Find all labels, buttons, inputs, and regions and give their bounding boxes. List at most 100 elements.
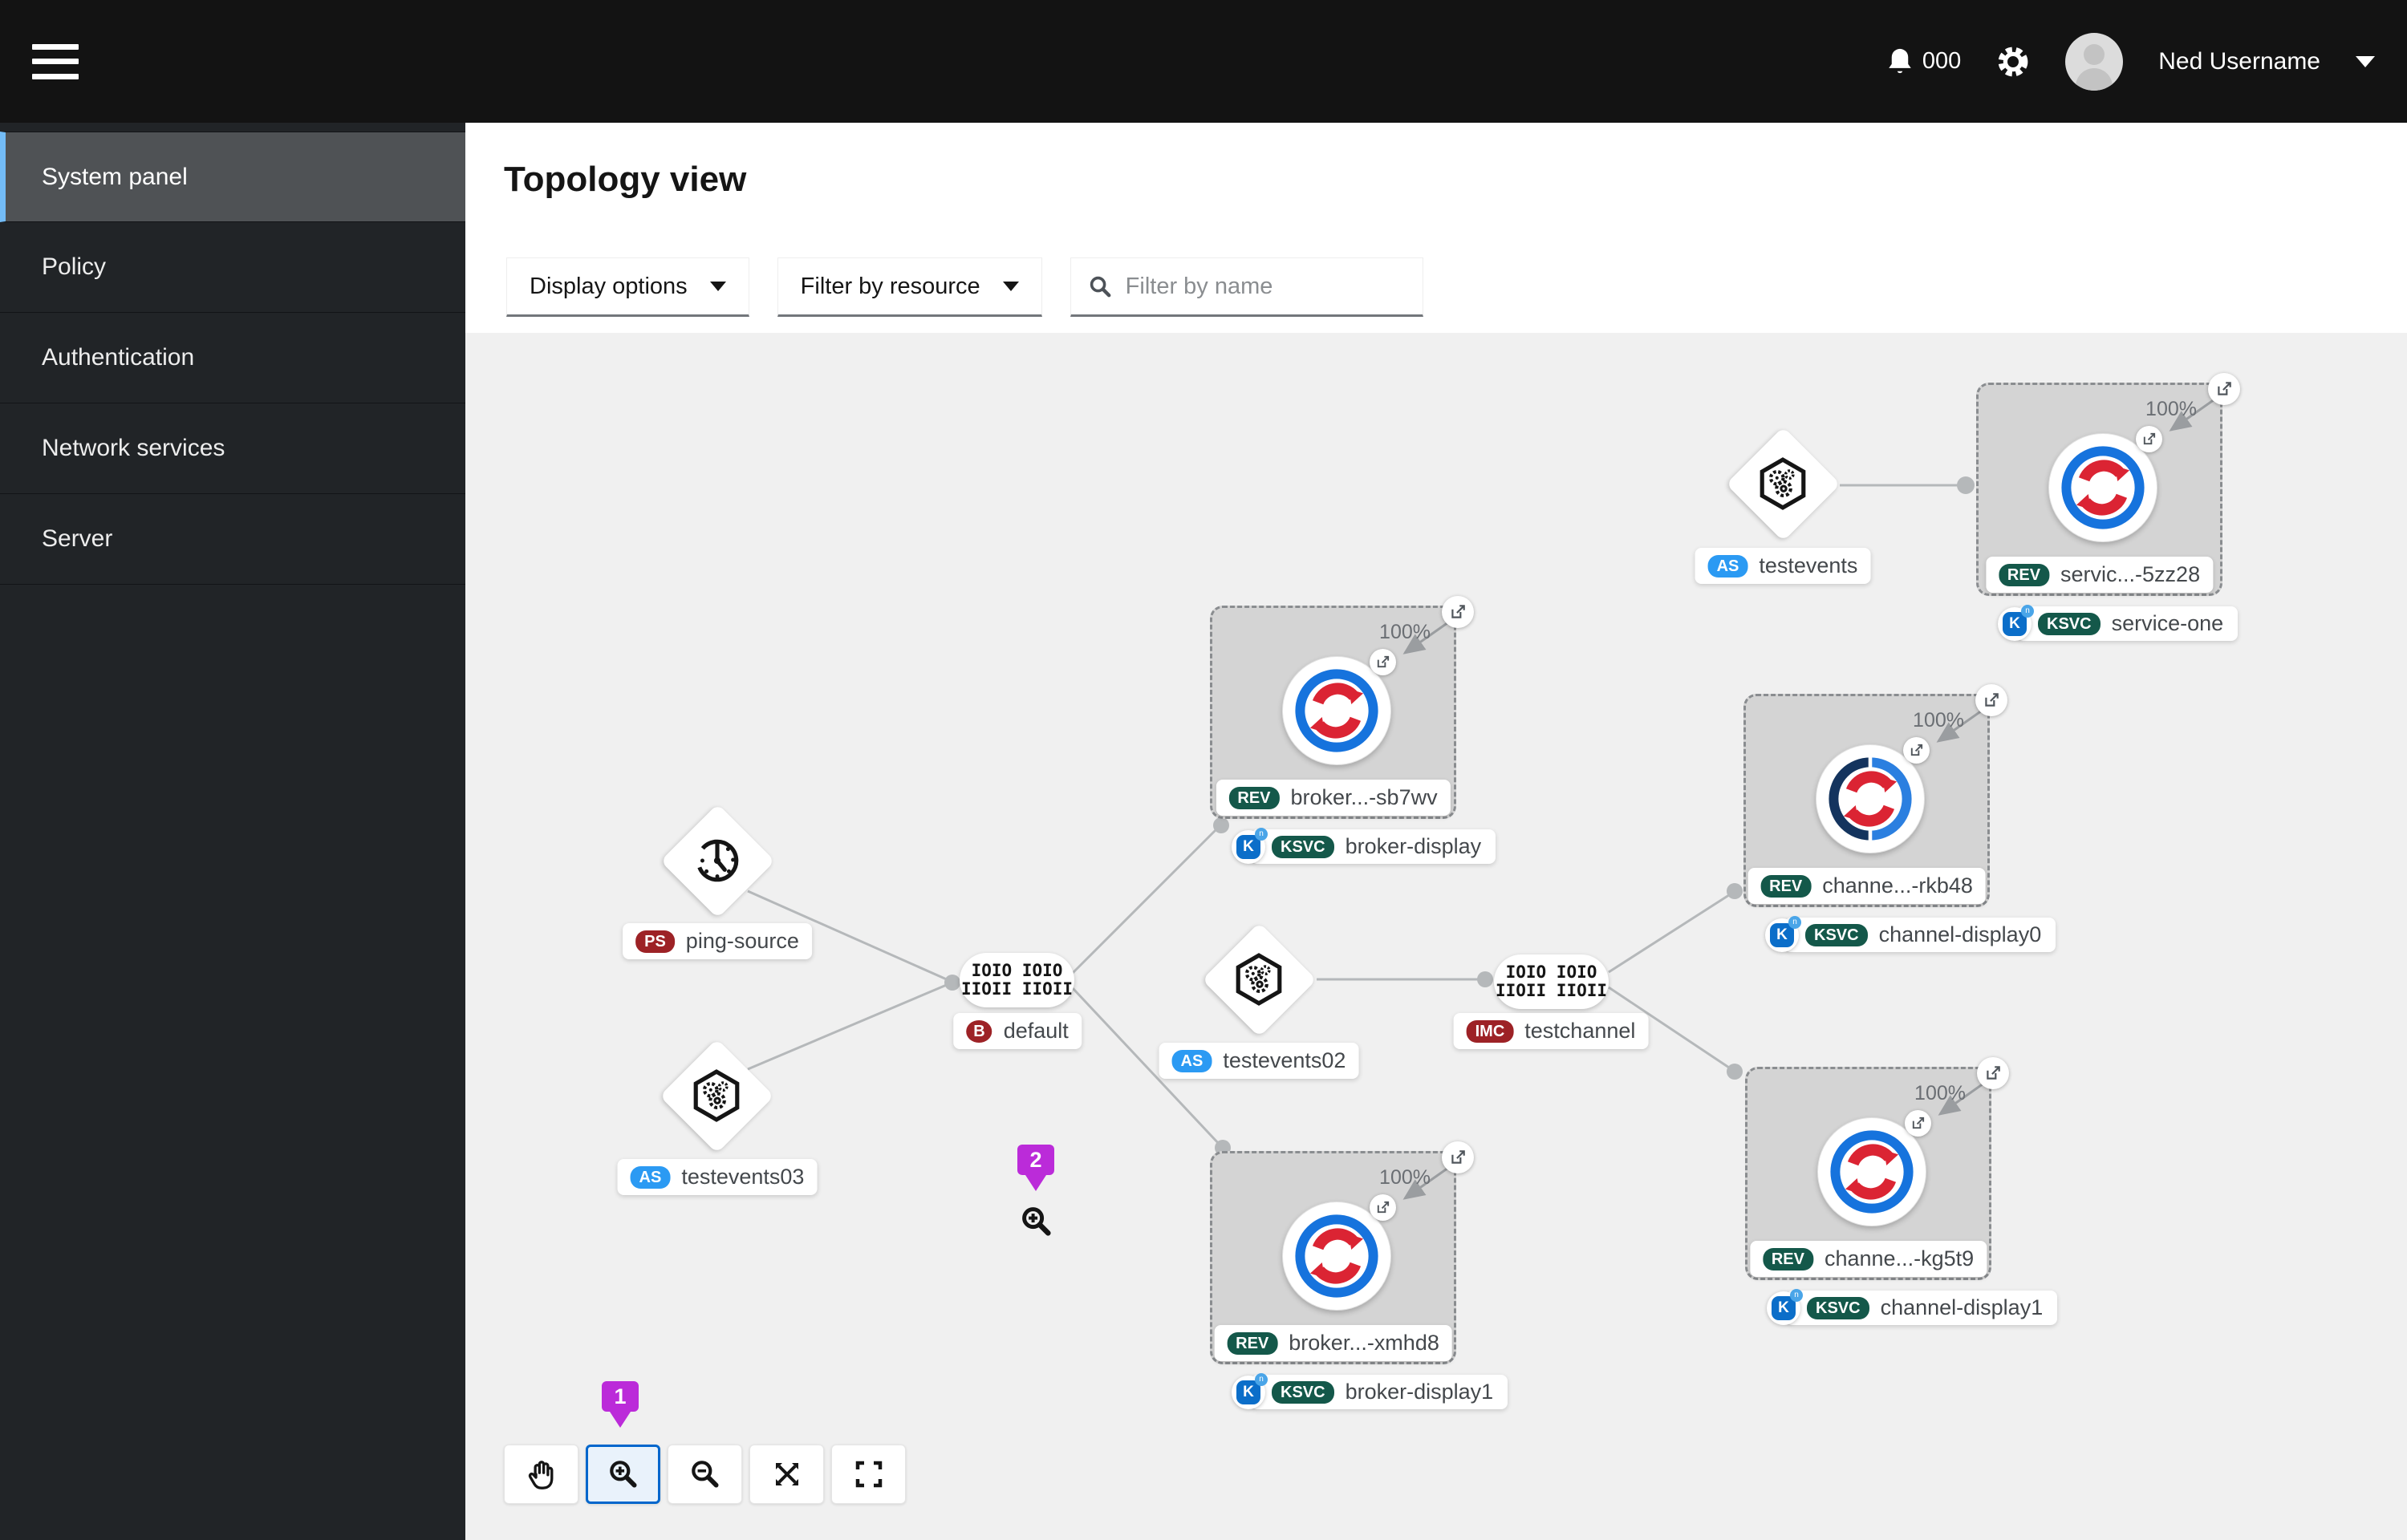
rev-badge: REV [1762, 1247, 1813, 1270]
username[interactable]: Ned Username [2158, 48, 2320, 75]
external-link-icon[interactable] [1442, 596, 1474, 628]
revision-label[interactable]: REV servic...-5zz28 [1985, 557, 2214, 593]
zoom-in-cursor-icon [1022, 1207, 1051, 1236]
label-testchannel[interactable]: IMC testchannel [1453, 1013, 1649, 1049]
group-broker-display[interactable]: 100% REV broker...-sb7wv K n KSVC broker… [1210, 596, 1496, 864]
filter-by-name-searchbox[interactable] [1070, 257, 1423, 317]
label-testevents[interactable]: AS testevents [1695, 548, 1871, 584]
label-ping-source[interactable]: PS ping-source [623, 923, 812, 959]
group-channel-display1[interactable]: 100% REV channe...-kg5t9 K n KSVC channe… [1745, 1057, 2058, 1325]
sidebar-item-authentication[interactable]: Authentication [0, 313, 465, 403]
label-default[interactable]: B default [953, 1013, 1082, 1049]
canvas-toolbar [504, 1445, 906, 1504]
group-service-one[interactable]: 100% REV servic...-5zz28 K n KSVC servic… [1976, 373, 2240, 641]
filter-by-name-input[interactable] [1123, 272, 1389, 301]
external-link-icon[interactable] [1442, 1141, 1474, 1173]
display-options-dropdown[interactable]: Display options [506, 257, 749, 317]
external-link-icon[interactable] [1975, 684, 2007, 716]
page-header: Topology view Display options Filter by … [465, 123, 2407, 333]
ksvc-label-broker-display1[interactable]: K n KSVC broker-display1 [1232, 1372, 1508, 1409]
user-menu-caret-icon[interactable] [2356, 55, 2375, 67]
filter-by-resource-dropdown[interactable]: Filter by resource [777, 257, 1042, 317]
sidebar-item-system-panel[interactable]: System panel [0, 132, 465, 222]
external-link-icon[interactable] [1977, 1057, 2009, 1089]
rev-badge: REV [1760, 874, 1812, 898]
fullscreen-button[interactable] [831, 1445, 906, 1504]
openshift-logo-icon [2061, 446, 2145, 529]
fullscreen-icon [855, 1461, 882, 1488]
knative-icon: K n [1232, 1372, 1268, 1409]
expand-arrows-icon [775, 1463, 798, 1485]
openshift-logo-split-icon [1829, 756, 1912, 842]
ksvc-label-channel-display0[interactable]: K n KSVC channel-display0 [1765, 915, 2056, 952]
topology-canvas[interactable]: 100% REV servic...-5zz28 K n KSVC servic… [465, 333, 2407, 1540]
ksvc-label-service-one[interactable]: K n KSVC service-one [1998, 604, 2239, 641]
clock-icon [696, 839, 739, 882]
gear-icon[interactable] [1996, 45, 2030, 79]
knative-icon: K n [1765, 915, 1801, 952]
rev-badge: REV [1998, 563, 2050, 586]
external-link-icon[interactable] [2208, 373, 2240, 405]
traffic-percentage: 100% [1379, 621, 1431, 643]
zoom-out-button[interactable] [668, 1445, 742, 1504]
event-source-gears-icon [693, 1069, 740, 1122]
ksvc-label-channel-display1[interactable]: K n KSVC channel-display1 [1767, 1288, 2058, 1325]
label-testevents02[interactable]: AS testevents02 [1159, 1043, 1359, 1079]
source-name: testevents [1759, 553, 1858, 578]
binary-icon: IOIO IOIO [971, 961, 1063, 980]
revision-label[interactable]: REV channe...-rkb48 [1747, 868, 1986, 904]
sidebar-item-server[interactable]: Server [0, 494, 465, 585]
event-source-testevents02[interactable] [1201, 922, 1317, 1037]
sidebar-item-policy[interactable]: Policy [0, 222, 465, 313]
revision-name: servic...-5zz28 [2060, 562, 2201, 586]
external-link-icon[interactable] [1905, 1110, 1931, 1137]
avatar[interactable] [2065, 32, 2124, 91]
broker-node-default[interactable]: IOIO IOIO IIOII IIOII [960, 953, 1074, 1007]
external-link-icon[interactable] [1370, 649, 1396, 675]
revision-label[interactable]: REV broker...-sb7wv [1216, 780, 1451, 816]
annotation-marker-2: 2 [1017, 1145, 1054, 1175]
channel-node-testchannel[interactable]: IOIO IOIO IIOII IIOII [1494, 954, 1609, 1009]
broker-name: default [1003, 1019, 1069, 1043]
ksvc-label-broker-display[interactable]: K n KSVC broker-display [1232, 827, 1496, 864]
sidebar-item-network-services[interactable]: Network services [0, 403, 465, 494]
external-link-icon[interactable] [2136, 426, 2162, 452]
ksvc-badge: KSVC [1807, 1296, 1869, 1319]
ksvc-name: service-one [2111, 611, 2224, 635]
external-link-icon[interactable] [1903, 737, 1930, 764]
bell-icon [1889, 48, 1911, 73]
event-source-testevents03[interactable] [659, 1038, 774, 1153]
revision-name: broker...-xmhd8 [1289, 1331, 1439, 1355]
fit-to-screen-button[interactable] [749, 1445, 824, 1504]
source-name: testevents03 [681, 1165, 805, 1189]
filter-by-resource-label: Filter by resource [800, 273, 980, 299]
as-badge: AS [1707, 554, 1748, 578]
channel-name: testchannel [1524, 1019, 1636, 1043]
chevron-down-icon [1002, 282, 1019, 291]
page-title: Topology view [504, 160, 747, 199]
zoom-in-button[interactable] [586, 1445, 660, 1504]
revision-name: channe...-kg5t9 [1824, 1246, 1975, 1270]
revision-label[interactable]: REV channe...-kg5t9 [1749, 1241, 1987, 1277]
masthead: 000 Ned Username [0, 0, 2407, 123]
as-badge: AS [630, 1165, 671, 1189]
binary-icon: IIOII IIOII [1495, 981, 1608, 1000]
label-testevents03[interactable]: AS testevents03 [617, 1159, 818, 1195]
group-channel-display0[interactable]: 100% REV channe...-rkb48 K n KSVC channe… [1743, 684, 2056, 952]
pan-button[interactable] [504, 1445, 578, 1504]
annotation-marker-1: 1 [602, 1381, 639, 1412]
traffic-percentage: 100% [1913, 709, 1964, 732]
event-source-ping-source[interactable] [660, 803, 775, 918]
search-icon [1090, 276, 1111, 298]
revision-label[interactable]: REV broker...-xmhd8 [1214, 1325, 1452, 1361]
group-broker-display1[interactable]: 100% REV broker...-xmhd8 K n KSVC broker… [1210, 1141, 1508, 1409]
event-source-testevents[interactable] [1725, 426, 1841, 541]
menu-toggle-icon[interactable] [32, 43, 79, 79]
knative-icon: K n [1998, 604, 2034, 641]
external-link-icon[interactable] [1370, 1194, 1396, 1221]
traffic-percentage: 100% [1379, 1166, 1431, 1189]
traffic-percentage: 100% [1914, 1082, 1966, 1104]
notifications-button[interactable]: 000 [1885, 47, 1961, 77]
rev-badge: REV [1227, 1331, 1278, 1355]
display-options-label: Display options [530, 273, 688, 299]
